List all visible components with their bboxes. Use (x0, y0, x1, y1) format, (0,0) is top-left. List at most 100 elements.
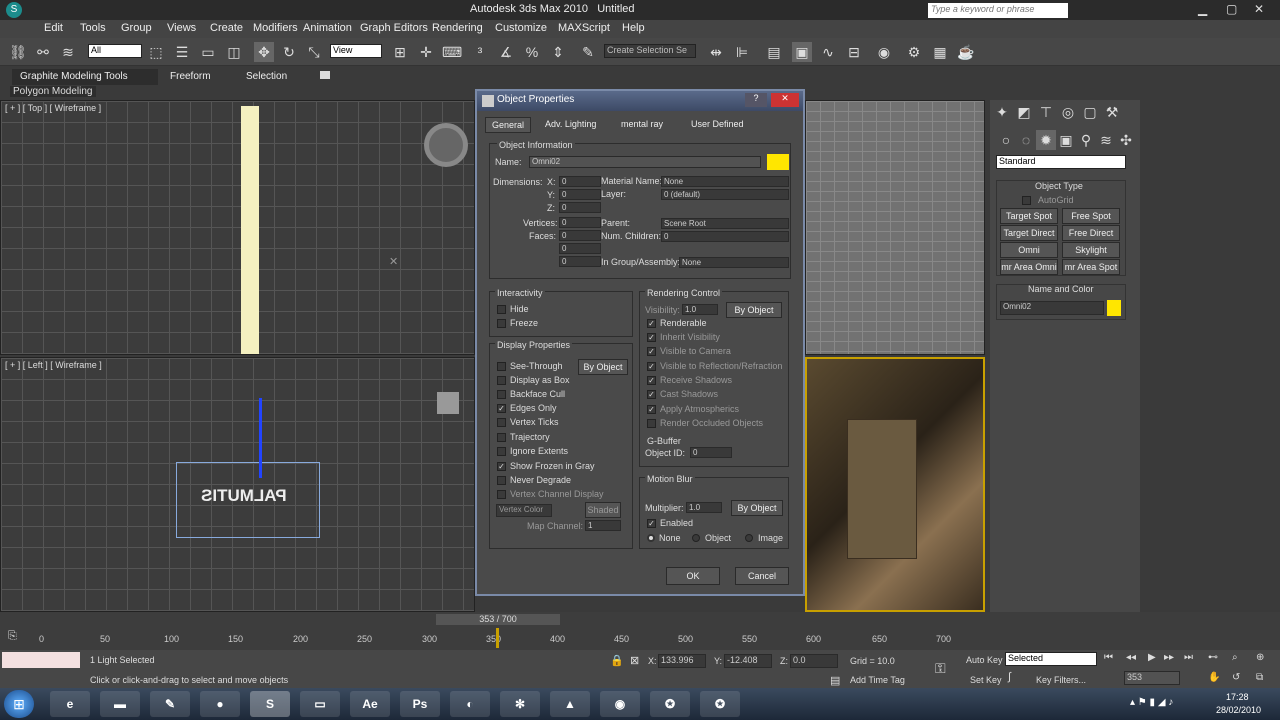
polygon-modeling-label[interactable]: Polygon Modeling (10, 86, 96, 97)
percent-snap-icon[interactable]: % (522, 42, 542, 62)
object-name-field[interactable]: Omni02 (1000, 301, 1104, 315)
tab-graphite-modeling[interactable]: Graphite Modeling Tools (12, 69, 158, 85)
z-coordinate[interactable]: 0.0 (790, 654, 838, 668)
cancel-button[interactable]: Cancel (735, 567, 789, 585)
cast-shadows-checkbox[interactable]: ✓ (647, 390, 656, 399)
spinner-snap-icon[interactable]: ⇕ (548, 42, 568, 62)
backface-cull-checkbox[interactable] (497, 390, 506, 399)
freeze-checkbox[interactable] (497, 319, 506, 328)
edit-named-selection-icon[interactable]: ✎ (578, 42, 598, 62)
game-icon[interactable]: ✪ (700, 691, 740, 717)
curve-editor-icon[interactable]: ∿ (818, 42, 838, 62)
align-icon[interactable]: ⊫ (732, 42, 752, 62)
game-icon[interactable]: ✪ (650, 691, 690, 717)
rendering-by-object-button[interactable]: By Object (726, 302, 782, 318)
viewport-perspective-grid[interactable] (805, 100, 985, 355)
skylight-button[interactable]: Skylight (1062, 242, 1120, 258)
free-direct-button[interactable]: Free Direct (1062, 225, 1120, 241)
menu-rendering[interactable]: Rendering (432, 22, 483, 34)
vertex-channel-checkbox[interactable] (497, 490, 506, 499)
playhead[interactable] (495, 628, 499, 648)
visible-camera-checkbox[interactable]: ✓ (647, 347, 656, 356)
menu-modifiers[interactable]: Modifiers (253, 22, 298, 34)
messenger-icon[interactable]: ✻ (500, 691, 540, 717)
monitor-icon[interactable]: ▭ (300, 691, 340, 717)
viewcube-icon[interactable] (424, 123, 468, 167)
go-to-end-icon[interactable]: ⏭ (1184, 652, 1193, 663)
maximize-viewport-icon[interactable]: ⧉ (1256, 672, 1263, 683)
key-icon[interactable]: ⚿ (935, 660, 946, 677)
auto-key-button[interactable]: Auto Key (966, 655, 1003, 665)
add-time-tag[interactable]: Add Time Tag (850, 675, 905, 685)
show-frozen-gray-checkbox[interactable]: ✓ (497, 462, 506, 471)
link-icon[interactable]: ⛓ (8, 42, 28, 62)
rollout-title[interactable]: Name and Color (1028, 284, 1094, 294)
radio-object[interactable] (692, 534, 700, 542)
motion-tab-icon[interactable]: ◎ (1058, 102, 1078, 122)
menu-views[interactable]: Views (167, 22, 196, 34)
render-setup-icon[interactable]: ⚙ (904, 42, 924, 62)
schematic-view-icon[interactable]: ⊟ (844, 42, 864, 62)
lights-icon[interactable]: ✹ (1036, 130, 1056, 150)
pivot-icon[interactable]: ⊞ (390, 42, 410, 62)
select-by-name-icon[interactable]: ☰ (172, 42, 192, 62)
lock-icon[interactable]: 🔒 (610, 654, 624, 667)
spacewarps-icon[interactable]: ≋ (1096, 130, 1116, 150)
autogrid-checkbox[interactable] (1022, 196, 1031, 205)
inherit-visibility-checkbox[interactable]: ✓ (647, 333, 656, 342)
shapes-icon[interactable]: ◌ (1016, 130, 1036, 150)
notes-icon[interactable]: ✎ (150, 691, 190, 717)
close-icon[interactable]: ✕ (1254, 2, 1264, 16)
menu-maxscript[interactable]: MAXScript (558, 22, 610, 34)
y-coordinate[interactable]: -12.408 (724, 654, 772, 668)
pan-icon[interactable]: ✋ (1208, 672, 1220, 683)
graphite-toggle-icon[interactable]: ▣ (792, 42, 812, 62)
key-mode-toggle-icon[interactable]: ⊷ (1208, 652, 1218, 663)
vlc-icon[interactable]: ▲ (550, 691, 590, 717)
zoom-all-icon[interactable]: ⊕ (1256, 652, 1264, 663)
app-logo-icon[interactable]: S (6, 2, 22, 18)
tab-selection[interactable]: Selection (238, 69, 295, 85)
rollout-title[interactable]: Object Type (1035, 181, 1083, 191)
never-degrade-checkbox[interactable] (497, 476, 506, 485)
rotate-icon[interactable]: ↻ (279, 42, 299, 62)
select-manipulate-icon[interactable]: ✛ (416, 42, 436, 62)
see-through-checkbox[interactable] (497, 362, 506, 371)
display-as-box-checkbox[interactable] (497, 376, 506, 385)
time-tag-icon[interactable]: ▤ (830, 674, 840, 687)
name-field[interactable]: Omni02 (529, 156, 761, 168)
free-spot-button[interactable]: Free Spot (1062, 208, 1120, 224)
viewport-label-top[interactable]: [ + ] [ Top ] [ Wireframe ] (5, 103, 101, 113)
menu-group[interactable]: Group (121, 22, 152, 34)
next-frame-icon[interactable]: ▸▸ (1164, 652, 1174, 663)
scale-icon[interactable]: ⤡ (304, 42, 324, 62)
zoom-icon[interactable]: ⌕ (1232, 652, 1238, 663)
start-button-icon[interactable]: ⊞ (4, 690, 34, 718)
absolute-mode-icon[interactable]: ⊠ (630, 654, 639, 667)
window-crossing-icon[interactable]: ◫ (224, 42, 244, 62)
viewcube-icon[interactable] (437, 392, 459, 414)
select-object-icon[interactable]: ⬚ (146, 42, 166, 62)
shaded-button[interactable]: Shaded (585, 502, 621, 518)
viewport-label-left[interactable]: [ + ] [ Left ] [ Wireframe ] (5, 360, 102, 370)
3dsmax-icon[interactable]: S (250, 691, 290, 717)
visible-reflection-checkbox[interactable]: ✓ (647, 362, 656, 371)
reference-coord-dropdown[interactable]: View (330, 44, 382, 58)
vertex-ticks-checkbox[interactable] (497, 418, 506, 427)
target-spot-button[interactable]: Target Spot (1000, 208, 1058, 224)
move-icon[interactable]: ✥ (254, 42, 274, 62)
track-bar[interactable]: 0 50 100 150 200 250 300 350 400 450 500… (36, 628, 986, 648)
helpers-icon[interactable]: ⚲ (1076, 130, 1096, 150)
bind-spacewarp-icon[interactable]: ≋ (58, 42, 78, 62)
maximize-icon[interactable]: ▢ (1226, 2, 1237, 16)
menu-customize[interactable]: Customize (495, 22, 547, 34)
display-tab-icon[interactable]: ▢ (1080, 102, 1100, 122)
omni-button[interactable]: Omni (1000, 242, 1058, 258)
angle-snap-icon[interactable]: ∡ (496, 42, 516, 62)
render-occluded-checkbox[interactable] (647, 419, 656, 428)
vertex-color-dropdown[interactable]: Vertex Color (496, 504, 552, 517)
menu-graph-editors[interactable]: Graph Editors (360, 22, 428, 34)
play-icon[interactable]: ▶ (1148, 652, 1156, 663)
app-icon[interactable]: ◐ (450, 691, 490, 717)
object-color-swatch[interactable] (1107, 300, 1121, 316)
